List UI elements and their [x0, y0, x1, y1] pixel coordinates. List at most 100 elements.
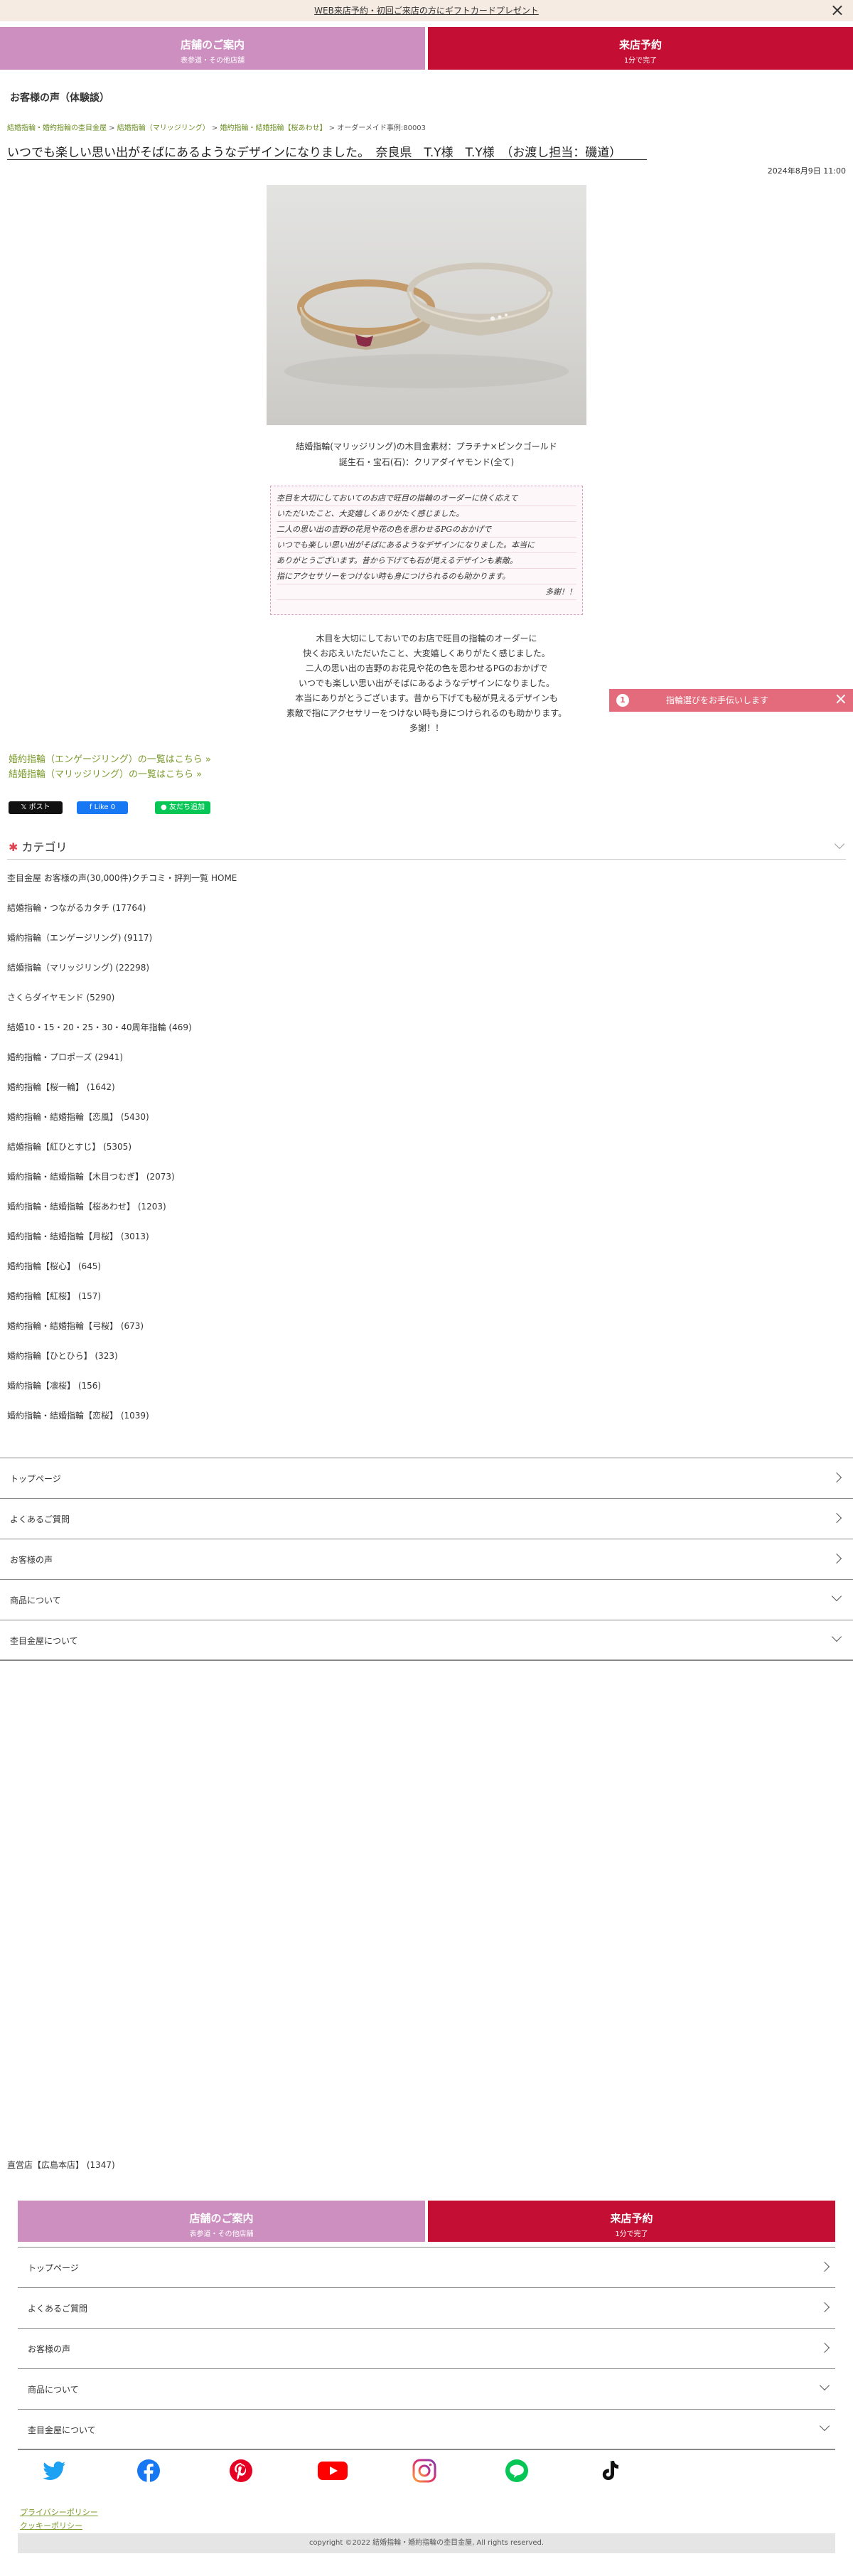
category-item[interactable]: 婚約指輪・プロポーズ (2941) [7, 1051, 123, 1063]
category-item[interactable]: 杢目金屋 お客様の声(30,000件)クチコミ・評判一覧 HOME [7, 872, 237, 884]
nav-faq[interactable]: よくあるご質問 [0, 1498, 853, 1538]
chevron-down-icon[interactable] [834, 838, 845, 850]
youtube-icon[interactable] [317, 2459, 348, 2483]
nav-label: よくあるご質問 [10, 1514, 70, 1524]
visit-reservation-label: 来店予約 [618, 38, 662, 51]
handwritten-line: いただいたこと、大変嬉しくありがたく感じました。 [277, 506, 576, 522]
line-add-friend-button[interactable]: ● 友だち追加 [155, 801, 210, 814]
close-icon[interactable]: × [830, 1, 844, 18]
nav-about-footer[interactable]: 杢目金屋について [18, 2409, 835, 2449]
chevron-down-icon [831, 1631, 842, 1642]
handwritten-message-card: 杢目を大切にしておいてのお店で旺目の指輪のオーダーに快く応えて いただいたこと、… [270, 486, 583, 615]
clipped-category-item [7, 2136, 149, 2140]
category-item[interactable]: 婚約指輪・結婚指輪【恋桜】 (1039) [7, 1409, 149, 1421]
chevron-down-icon [819, 2420, 830, 2432]
handwritten-line: ありがとうございます。昔から下げても石が見えるデザインも素敵。 [277, 553, 576, 569]
category-item[interactable]: 婚約指輪（エンゲージリング) (9117) [7, 931, 152, 944]
pinterest-icon[interactable] [229, 2459, 253, 2483]
nav-voices-footer[interactable]: お客様の声 [18, 2328, 835, 2368]
nav-products-footer[interactable]: 商品について [18, 2368, 835, 2408]
nav-about[interactable]: 杢目金屋について [0, 1620, 853, 1660]
store-guide-label: 店舗のご案内 [189, 2212, 254, 2225]
category-item[interactable]: 婚約指輪【紅桜】 (157) [7, 1290, 101, 1302]
nav-top-page[interactable]: トップページ [0, 1458, 853, 1497]
category-item[interactable]: 婚約指輪・結婚指輪【木目つむぎ】 (2073) [7, 1170, 175, 1182]
privacy-policy-link[interactable]: プライバシーポリシー [20, 2506, 98, 2518]
category-item[interactable]: 結婚指輪（マリッジリング) (22298) [7, 961, 149, 973]
x-post-label: ポスト [28, 803, 50, 811]
breadcrumb-home[interactable]: 結婚指輪・婚約指輪の杢目金屋 [7, 124, 107, 132]
line-icon[interactable] [505, 2459, 529, 2483]
nav-label: 杢目金屋について [28, 2425, 96, 2435]
facebook-like-button[interactable]: f Like 0 [77, 801, 128, 814]
engagement-list-link[interactable]: 婚約指輪（エンゲージリング）の一覧はこちら » [9, 752, 211, 765]
chevron-right-icon [831, 1512, 842, 1524]
handwritten-line: 指にアクセサリーをつけない時も身につけられるのも助かります。 [277, 569, 576, 584]
category-item[interactable]: 婚約指輪・結婚指輪【月桜】 (3013) [7, 1230, 149, 1242]
store-guide-button-bottom[interactable]: 店舗のご案内 表参道・その他店舗 [18, 2201, 425, 2242]
close-icon[interactable]: × [835, 690, 847, 709]
breadcrumb-marriage[interactable]: 結婚指輪（マリッジリング） [117, 124, 210, 132]
copyright: copyright ©2022 結婚指輪・婚約指輪の杢目金屋, All righ… [18, 2533, 835, 2553]
message-line: 快くお応えいただいたこと、大変嬉しくありがたく感じました。 [303, 648, 550, 658]
message-line: 多謝！！ [409, 723, 444, 733]
article-title: いつでも楽しい思い出がそばにあるようなデザインになりました。 奈良県 T.Y様 … [7, 146, 622, 160]
thumbs-up-icon: f [89, 803, 95, 811]
visit-reservation-button-bottom[interactable]: 来店予約 1分で完了 [428, 2201, 835, 2242]
cookie-policy-link[interactable]: クッキーポリシー [20, 2520, 82, 2531]
banner-link[interactable]: WEB来店予約・初回ご来店の方にギフトカードプレゼント [314, 6, 539, 16]
nav-label: 杢目金屋について [10, 1636, 78, 1646]
category-item[interactable]: 婚約指輪【桜一輪】 (1642) [7, 1081, 115, 1093]
like-label: Like 0 [94, 803, 116, 811]
category-item[interactable]: 婚約指輪【ひとひら】 (323) [7, 1350, 118, 1362]
category-item-hiroshima[interactable]: 直営店【広島本店】 (1347) [7, 2159, 115, 2171]
store-guide-sub: 表参道・その他店舗 [181, 57, 245, 65]
category-item[interactable]: 婚約指輪【桜心】 (645) [7, 1260, 101, 1272]
tiktok-icon[interactable] [597, 2459, 621, 2483]
category-item[interactable]: 婚約指輪・結婚指輪【桜あわせ】 (1203) [7, 1200, 166, 1212]
twitter-icon[interactable] [43, 2459, 67, 2483]
star-icon: ✱ [9, 840, 18, 854]
x-post-button[interactable]: 𝕏 ポスト [9, 801, 63, 814]
handwritten-line: 二人の思い出の吉野の花見や花の色を思わせるPGのおかげで [277, 522, 576, 538]
visit-reservation-button[interactable]: 来店予約 1分で完了 [428, 27, 853, 70]
nav-label: お客様の声 [10, 1555, 53, 1565]
category-item[interactable]: 結婚指輪【紅ひとすじ】 (5305) [7, 1140, 132, 1153]
facebook-icon[interactable] [136, 2459, 161, 2483]
message-line: 二人の思い出の吉野のお花見や花の色を思わせるPGのおかげで [305, 663, 548, 673]
marriage-list-link[interactable]: 結婚指輪（マリッジリング）の一覧はこちら » [9, 766, 202, 780]
nav-label: よくあるご質問 [28, 2304, 88, 2314]
visit-reservation-sub: 1分で完了 [615, 2230, 648, 2238]
nav-top-page-footer[interactable]: トップページ [18, 2247, 835, 2287]
breadcrumb-sakura-awase[interactable]: 婚約指輪・結婚指輪【桜あわせ】 [220, 124, 327, 132]
nav-voices[interactable]: お客様の声 [0, 1539, 853, 1578]
article-date: 2024年8月9日 11:00 [767, 166, 846, 176]
nav-products[interactable]: 商品について [0, 1579, 853, 1619]
chevron-right-icon [831, 1553, 842, 1564]
nav-label: 商品について [28, 2385, 79, 2395]
category-item[interactable]: 結婚指輪・つながるカタチ (17764) [7, 902, 146, 914]
instagram-icon[interactable] [412, 2459, 436, 2483]
category-item[interactable]: 婚約指輪・結婚指輪【恋風】 (5430) [7, 1111, 149, 1123]
handwritten-line: 多謝！！ [277, 584, 576, 600]
category-item[interactable]: 結婚10・15・20・25・30・40周年指輪 (469) [7, 1021, 192, 1033]
category-divider [7, 859, 846, 860]
breadcrumb-current: オーダーメイド事例:80003 [337, 124, 426, 132]
ring-helper-bar[interactable]: 1 指輪選びをお手伝いします × [609, 689, 853, 712]
chevron-right-icon [819, 2261, 830, 2272]
line-add-label: 友だち追加 [168, 803, 205, 811]
chevron-down-icon [819, 2380, 830, 2391]
chevron-right-icon [831, 1472, 842, 1483]
chevron-down-icon [831, 1591, 842, 1602]
category-header: ✱ カテゴリ [9, 838, 68, 855]
category-item[interactable]: 婚約指輪【凛桜】 (156) [7, 1379, 101, 1391]
category-item[interactable]: さくらダイヤモンド (5290) [7, 991, 114, 1003]
visit-reservation-sub: 1分で完了 [623, 57, 658, 65]
line-icon: ● [161, 803, 169, 811]
visit-reservation-label: 来店予約 [610, 2212, 653, 2225]
category-item[interactable]: 婚約指輪・結婚指輪【弓桜】 (673) [7, 1320, 144, 1332]
nav-faq-footer[interactable]: よくあるご質問 [18, 2287, 835, 2327]
store-guide-button[interactable]: 店舗のご案内 表参道・その他店舗 [0, 27, 425, 70]
chevron-right-icon [819, 2342, 830, 2353]
breadcrumb: 結婚指輪・婚約指輪の杢目金屋 > 結婚指輪（マリッジリング） > 婚約指輪・結婚… [7, 124, 426, 132]
